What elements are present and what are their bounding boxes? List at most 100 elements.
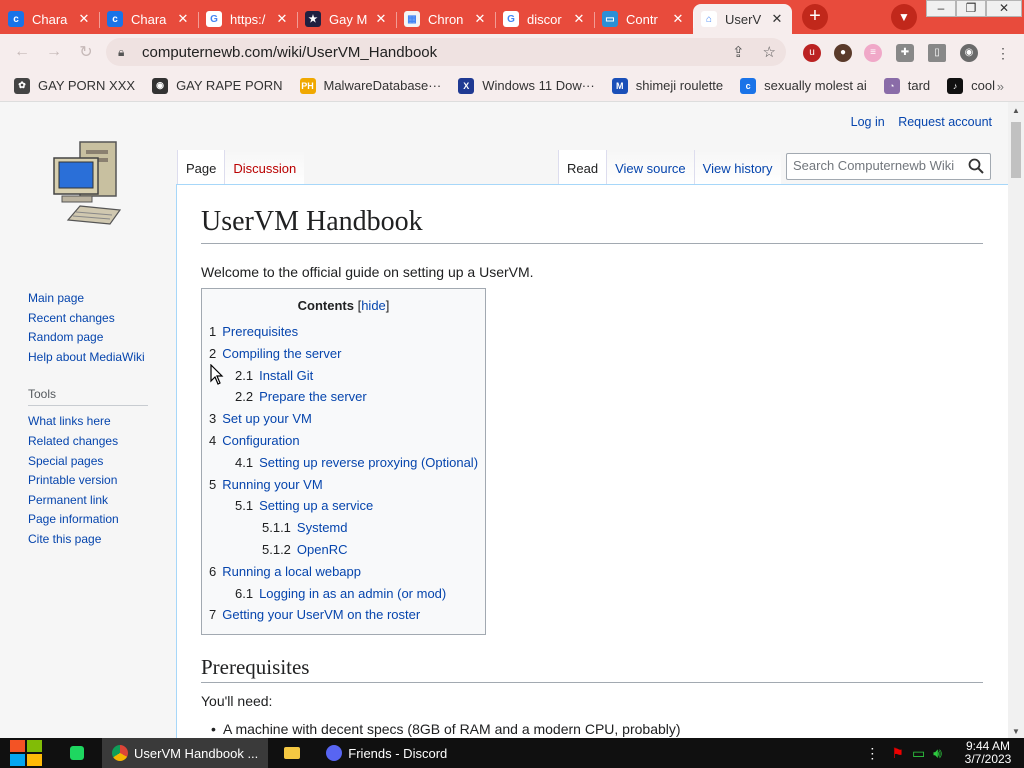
browser-tab[interactable]: ▦ Chron ✕: [396, 4, 495, 34]
toc-entry[interactable]: 7 Getting your UserVM on the roster: [209, 604, 478, 626]
puzzle-extensions-icon[interactable]: ✚: [896, 44, 914, 62]
toc-entry[interactable]: 6 Running a local webapp: [209, 561, 478, 583]
toc-entry[interactable]: 1 Prerequisites: [209, 321, 478, 343]
toc-entry[interactable]: 4 Configuration: [209, 430, 478, 452]
spotify-taskbar-icon[interactable]: [52, 738, 102, 768]
close-tab-icon[interactable]: ✕: [374, 11, 388, 27]
sidebar-tool-link[interactable]: What links here: [28, 412, 148, 432]
toc-link[interactable]: 6 Running a local webapp: [209, 564, 361, 579]
toc-entry[interactable]: 4.1 Setting up reverse proxying (Optional…: [209, 452, 478, 474]
toc-entry[interactable]: 5 Running your VM: [209, 474, 478, 496]
toc-link[interactable]: 6.1 Logging in as an admin (or mod): [235, 586, 446, 601]
toc-link[interactable]: 5 Running your VM: [209, 477, 323, 492]
sidebar-tool-link[interactable]: Page information: [28, 510, 148, 530]
toc-link[interactable]: 5.1.1 Systemd: [262, 520, 348, 535]
close-window-button[interactable]: ✕: [986, 0, 1022, 17]
tab-page[interactable]: Page: [177, 150, 225, 184]
wiki-logo[interactable]: [50, 140, 126, 226]
menu-kebab-icon[interactable]: ⋮: [994, 44, 1012, 62]
toc-link[interactable]: 4 Configuration: [209, 433, 300, 448]
browser-tab[interactable]: Ghttps:/ ✕: [198, 4, 297, 34]
toc-entry[interactable]: 5.1.2 OpenRC: [209, 539, 478, 561]
extension-icon[interactable]: ●: [834, 44, 852, 62]
network-icon[interactable]: ▭: [912, 745, 925, 762]
tab-discussion[interactable]: Discussion: [224, 150, 305, 184]
search-icon[interactable]: [968, 158, 984, 174]
bookmark-star-icon[interactable]: ☆: [763, 43, 776, 61]
page-scrollbar[interactable]: ▲ ▼: [1008, 102, 1024, 738]
scroll-up-icon[interactable]: ▲: [1008, 106, 1024, 115]
bookmark-item[interactable]: Mshimeji roulette: [611, 77, 723, 94]
forward-icon[interactable]: →: [38, 43, 70, 61]
toc-link[interactable]: 7 Getting your UserVM on the roster: [209, 607, 420, 622]
close-tab-icon[interactable]: ✕: [671, 11, 685, 27]
address-text[interactable]: computernewb.com/wiki/UserVM_Handbook: [142, 44, 437, 61]
toc-entry[interactable]: 3 Set up your VM: [209, 408, 478, 430]
flag-icon[interactable]: ⚑: [891, 745, 904, 762]
close-tab-icon[interactable]: ✕: [275, 11, 289, 27]
sidebar-link[interactable]: Help about MediaWiki: [28, 348, 148, 368]
bookmark-item[interactable]: ✿ GAY PORN XXX: [14, 77, 135, 94]
file-explorer-taskbar-icon[interactable]: [268, 738, 316, 768]
sidebar-tool-link[interactable]: Related changes: [28, 432, 148, 452]
bookmarks-overflow-icon[interactable]: »: [997, 79, 1004, 94]
search-input[interactable]: Search Computernewb Wiki: [786, 153, 991, 180]
reload-icon[interactable]: ↻: [70, 42, 102, 62]
browser-tab[interactable]: ⌂ UserV ✕: [693, 4, 792, 34]
toc-link[interactable]: 5.1.2 OpenRC: [262, 542, 348, 557]
taskbar-app[interactable]: Friends - Discord: [316, 738, 457, 768]
toc-hide-link[interactable]: hide: [361, 298, 386, 313]
toc-entry[interactable]: 5.1.1 Systemd: [209, 517, 478, 539]
sidebar-link[interactable]: Main page: [28, 289, 148, 309]
share-icon[interactable]: ⇪: [732, 43, 745, 61]
maximize-button[interactable]: ❐: [956, 0, 986, 17]
toc-link[interactable]: 5.1 Setting up a service: [235, 498, 373, 513]
tab-view-history[interactable]: View history: [693, 150, 781, 184]
request-account-link[interactable]: Request account: [898, 115, 992, 129]
clock[interactable]: 9:44 AM 3/7/2023: [952, 740, 1024, 766]
close-tab-icon[interactable]: ✕: [572, 11, 586, 27]
close-tab-icon[interactable]: ✕: [176, 11, 190, 27]
login-link[interactable]: Log in: [851, 115, 885, 129]
profile-avatar-icon[interactable]: ◉: [960, 44, 978, 62]
toc-link[interactable]: 2.2 Prepare the server: [235, 389, 367, 404]
lock-icon[interactable]: 🔒︎: [118, 45, 132, 60]
sidebar-tool-link[interactable]: Printable version: [28, 471, 148, 491]
scroll-down-icon[interactable]: ▼: [1008, 727, 1024, 736]
sidebar-tool-link[interactable]: Special pages: [28, 452, 148, 472]
close-tab-icon[interactable]: ✕: [473, 11, 487, 27]
browser-tab[interactable]: ★ Gay M ✕: [297, 4, 396, 34]
back-icon[interactable]: ←: [6, 43, 38, 61]
bookmark-item[interactable]: c sexually molest ai: [740, 77, 867, 94]
minimize-button[interactable]: –: [926, 0, 956, 17]
bookmark-item[interactable]: X Windows 11 Dow···: [458, 77, 595, 94]
toc-link[interactable]: 4.1 Setting up reverse proxying (Optional…: [235, 455, 478, 470]
browser-tab[interactable]: ▭ Contr ✕: [594, 4, 693, 34]
extension-icon[interactable]: ≡: [864, 44, 882, 62]
toc-link[interactable]: 2.1 Install Git: [235, 368, 313, 383]
start-button[interactable]: [0, 738, 52, 768]
toc-link[interactable]: 3 Set up your VM: [209, 411, 312, 426]
bookmark-item[interactable]: PH MalwareDatabase···: [299, 77, 441, 94]
new-tab-button[interactable]: +: [802, 4, 828, 30]
tray-overflow-icon[interactable]: ⋮: [865, 745, 879, 762]
toc-entry[interactable]: 2 Compiling the server: [209, 343, 478, 365]
browser-tab[interactable]: c Chara ✕: [99, 4, 198, 34]
browser-tab[interactable]: c Chara ✕: [0, 4, 99, 34]
side-panel-icon[interactable]: ▯: [928, 44, 946, 62]
toc-entry[interactable]: 5.1 Setting up a service: [209, 495, 478, 517]
sidebar-link[interactable]: Recent changes: [28, 309, 148, 329]
sidebar-link[interactable]: Random page: [28, 328, 148, 348]
sidebar-tool-link[interactable]: Cite this page: [28, 530, 148, 550]
bookmark-item[interactable]: ◔ tard: [883, 77, 930, 94]
scrollbar-thumb[interactable]: [1011, 122, 1021, 178]
volume-icon[interactable]: 🔊︎: [933, 745, 942, 762]
bookmark-item[interactable]: ♪ cool: [947, 77, 995, 94]
tab-search-button[interactable]: ▼: [891, 4, 917, 30]
toc-link[interactable]: 2 Compiling the server: [209, 346, 341, 361]
toc-link[interactable]: 1 Prerequisites: [209, 324, 298, 339]
bookmark-item[interactable]: ◉ GAY RAPE PORN: [152, 77, 283, 94]
toc-entry[interactable]: 2.1 Install Git: [209, 365, 478, 387]
tab-view-source[interactable]: View source: [606, 150, 694, 184]
tab-read[interactable]: Read: [558, 150, 607, 184]
